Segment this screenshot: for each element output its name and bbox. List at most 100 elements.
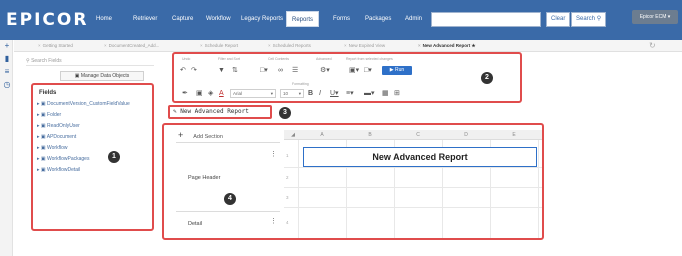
- report-title-cell[interactable]: New Advanced Report: [303, 147, 537, 167]
- add-section-button[interactable]: + Add Section: [178, 130, 278, 140]
- search-icon: ⚲: [596, 16, 602, 22]
- add-icon[interactable]: +: [3, 42, 11, 50]
- font-size-value: 10: [283, 91, 289, 96]
- tab-scheduled-reports[interactable]: × Scheduled Reports: [268, 40, 311, 52]
- tab-label: DocumentCreated_Add...: [108, 43, 160, 48]
- row-number: 1: [286, 153, 289, 158]
- row-number: 3: [286, 195, 289, 200]
- sort-icon[interactable]: ⇅: [232, 66, 238, 75]
- redo-icon[interactable]: ↷: [191, 66, 197, 75]
- nav-legacy-reports[interactable]: Legacy Reports: [241, 16, 283, 22]
- section-menu-icon[interactable]: ⋮: [270, 150, 277, 158]
- close-icon[interactable]: ×: [418, 43, 421, 48]
- italic-icon[interactable]: I: [319, 89, 321, 98]
- tab-label: New Advanced Report: [422, 43, 471, 48]
- search-button[interactable]: Search ⚲: [571, 12, 607, 27]
- column-header[interactable]: B: [346, 130, 394, 140]
- underline-icon[interactable]: U▾: [330, 89, 339, 98]
- link-icon[interactable]: ∞: [278, 66, 283, 75]
- column-header[interactable]: C: [394, 130, 442, 140]
- group-label-undo: Undo: [182, 57, 191, 61]
- export-icon[interactable]: □▾: [364, 66, 372, 75]
- close-icon[interactable]: ×: [344, 43, 347, 48]
- group-label-filter-sort: Filter and Sort: [218, 57, 240, 61]
- nav-packages[interactable]: Packages: [365, 16, 391, 22]
- row-number: 2: [286, 175, 289, 180]
- plus-icon: +: [178, 130, 184, 140]
- nav-reports[interactable]: Reports: [286, 11, 320, 27]
- nav-forms[interactable]: Forms: [333, 16, 350, 22]
- field-search-input[interactable]: ⚲ Search Fields: [26, 56, 154, 66]
- nav-workflow[interactable]: Workflow: [206, 16, 231, 22]
- tab-new-expired-view[interactable]: × New Expired View: [344, 40, 385, 52]
- tab-new-advanced-report[interactable]: × New Advanced Report ★: [418, 40, 476, 52]
- nav-retriever[interactable]: Retriever: [133, 16, 157, 22]
- close-icon[interactable]: ×: [38, 43, 41, 48]
- top-navigation-bar: EPICOR Home Retriever Capture Workflow L…: [0, 0, 682, 40]
- close-icon[interactable]: ×: [268, 43, 271, 48]
- field-label: APDocument: [46, 134, 77, 140]
- tab-schedule-report[interactable]: × Schedule Report: [200, 40, 238, 52]
- column-header[interactable]: E: [490, 130, 538, 140]
- image-icon[interactable]: ▣: [196, 89, 203, 98]
- field-item[interactable]: ▸ ▣ Workflow: [37, 145, 67, 151]
- menu-icon[interactable]: ≡: [3, 68, 11, 76]
- grid-line: [284, 187, 542, 188]
- document-icon[interactable]: ▮: [3, 55, 11, 63]
- nav-home[interactable]: Home: [96, 16, 112, 22]
- save-icon[interactable]: ▣▾: [349, 66, 359, 75]
- global-search-input[interactable]: [431, 12, 541, 27]
- align-icon[interactable]: ≡▾: [346, 89, 354, 98]
- report-designer-canvas: + Add Section ◢ A B C D E 1 2 3 4 ⋮ Page …: [162, 123, 544, 240]
- field-label: Folder: [47, 112, 62, 118]
- section-menu-icon[interactable]: ⋮: [270, 217, 277, 225]
- brush-icon[interactable]: ✒: [182, 89, 188, 98]
- cell-content-icon[interactable]: □▾: [260, 66, 268, 75]
- field-item[interactable]: ▸ ▣ APDocument: [37, 134, 76, 140]
- history-icon[interactable]: ◷: [3, 81, 11, 89]
- field-item[interactable]: ▸ ▣ WorkflowDetail: [37, 167, 80, 173]
- bold-icon[interactable]: B: [308, 89, 313, 98]
- manage-data-objects-button[interactable]: ▣ Manage Data Objects: [60, 71, 144, 81]
- grid-line: [284, 207, 542, 208]
- group-label-cell-contents: Cell Contents: [268, 57, 290, 61]
- field-item[interactable]: ▸ ▣ WorkflowPackages: [37, 156, 89, 162]
- border-icon[interactable]: ▬▾: [364, 89, 375, 98]
- close-icon[interactable]: ×: [104, 43, 107, 48]
- font-family-select[interactable]: Arial ▾: [230, 89, 276, 98]
- filter-icon[interactable]: ▼: [218, 66, 225, 75]
- close-icon[interactable]: ×: [200, 43, 203, 48]
- column-header[interactable]: D: [442, 130, 490, 140]
- run-button[interactable]: ▶ Run: [382, 66, 412, 75]
- report-name-value: New Advanced Report: [180, 108, 249, 115]
- font-color-icon[interactable]: A: [219, 89, 224, 98]
- undo-icon[interactable]: ↶: [180, 66, 186, 75]
- chevron-down-icon: ▾: [298, 91, 301, 96]
- field-item[interactable]: ▸ ▣ ReadOnlyUser: [37, 123, 80, 129]
- field-item[interactable]: ▸ ▣ Folder: [37, 112, 61, 118]
- columns-icon[interactable]: ☰: [292, 66, 298, 75]
- report-name-field[interactable]: ✎ New Advanced Report: [168, 105, 272, 119]
- font-size-select[interactable]: 10 ▾: [280, 89, 304, 98]
- merge-icon[interactable]: ▦: [382, 89, 389, 98]
- nav-admin[interactable]: Admin: [405, 16, 422, 22]
- star-icon[interactable]: ★: [472, 43, 476, 48]
- tab-getting-started[interactable]: × Getting Started: [38, 40, 73, 52]
- chevron-down-icon: ▾: [667, 14, 671, 20]
- table-icon[interactable]: ⊞: [394, 89, 400, 98]
- fill-color-icon[interactable]: ◈: [208, 89, 213, 98]
- refresh-icon[interactable]: ↻: [649, 41, 656, 51]
- tab-documentcreated[interactable]: × DocumentCreated_Add...: [104, 40, 159, 52]
- fields-title: Fields: [39, 90, 57, 96]
- nav-capture[interactable]: Capture: [172, 16, 193, 22]
- field-label: Workflow: [47, 145, 68, 151]
- settings-icon[interactable]: ⚙▾: [320, 66, 330, 75]
- clear-button[interactable]: Clear: [546, 12, 571, 27]
- field-item[interactable]: ▸ ▣ DocumentVersion_CustomFieldValue: [37, 101, 130, 107]
- tab-label: Scheduled Reports: [272, 43, 311, 48]
- column-header[interactable]: A: [298, 130, 346, 140]
- select-all-corner[interactable]: ◢: [288, 130, 298, 140]
- field-label: WorkflowPackages: [47, 156, 90, 162]
- user-menu[interactable]: Epicor ECM ▾: [632, 10, 678, 24]
- report-toolbar-ribbon: Undo Filter and Sort Cell Contents Advan…: [172, 52, 522, 103]
